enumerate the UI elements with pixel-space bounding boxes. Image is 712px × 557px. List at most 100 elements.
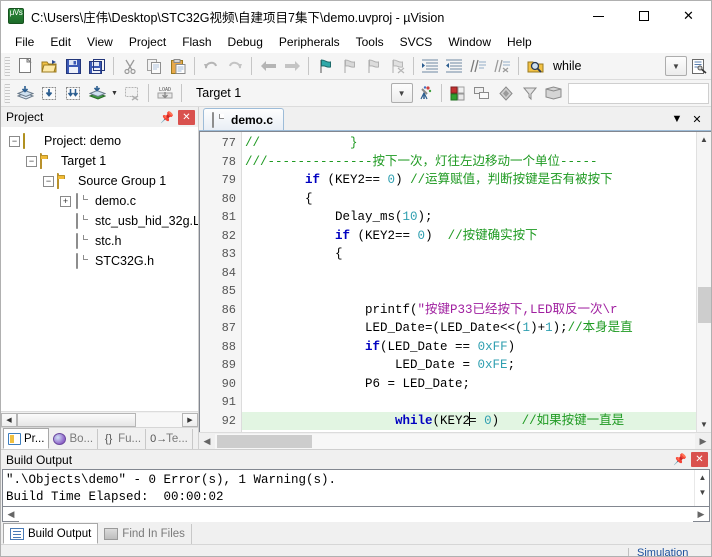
tree-item-source-group-1[interactable]: − Source Group 1 [1, 171, 198, 191]
translate-icon[interactable] [13, 82, 37, 105]
hscroll-track[interactable] [19, 506, 693, 522]
code-line[interactable] [242, 393, 696, 412]
scroll-left-icon[interactable]: ◀ [3, 507, 19, 522]
scroll-down-icon[interactable]: ▼ [695, 485, 709, 500]
tree-item-stc-usb-hid[interactable]: stc_usb_hid_32g.L [1, 211, 198, 231]
build-output-vscrollbar[interactable]: ▲ ▼ [694, 470, 709, 506]
target-options-icon[interactable] [413, 82, 437, 105]
editor-vscrollbar[interactable]: ▲ ▼ [696, 132, 711, 432]
menu-help[interactable]: Help [499, 32, 540, 52]
code-line[interactable]: if (KEY2== 0) //运算赋值，判断按键是否有被按下 [242, 171, 696, 190]
tree-item-demo-c[interactable]: + demo.c [1, 191, 198, 211]
code-line[interactable]: if (KEY2== 0) //按键确实按下 [242, 227, 696, 246]
uncomment-icon[interactable] [490, 55, 514, 78]
maximize-button[interactable] [621, 1, 666, 31]
build-icon[interactable] [37, 82, 61, 105]
editor-hscrollbar[interactable]: ◀ ▶ [199, 432, 711, 449]
open-file-icon[interactable] [37, 55, 61, 78]
code-line[interactable]: // } [242, 134, 696, 153]
toolbar-grip[interactable] [4, 56, 10, 76]
code-line[interactable]: P6 = LED_Date; [242, 375, 696, 394]
scroll-down-icon[interactable]: ▼ [697, 417, 712, 432]
hscroll-track[interactable] [17, 412, 182, 427]
scroll-left-icon[interactable]: ◀ [1, 412, 17, 427]
new-file-icon[interactable] [13, 55, 37, 78]
bookmark-toggle-icon[interactable] [313, 55, 337, 78]
find-in-files-icon[interactable] [523, 55, 547, 78]
layers-icon[interactable] [542, 82, 566, 105]
scroll-right-icon[interactable]: ▶ [693, 507, 709, 522]
undo-icon[interactable] [199, 55, 223, 78]
close-button[interactable]: ✕ [666, 1, 711, 31]
hscroll-thumb[interactable] [17, 412, 136, 427]
code-line[interactable]: while(KEY2= 0) //如果按键一直是 [242, 411, 696, 430]
navigate-forward-icon[interactable] [280, 55, 304, 78]
find-dropdown-button[interactable]: ▼ [665, 56, 687, 76]
batch-build-dropdown[interactable]: ▼ [109, 82, 120, 105]
close-icon[interactable]: ✕ [687, 109, 707, 129]
stop-build-icon[interactable] [120, 82, 144, 105]
bookmark-clear-icon[interactable] [385, 55, 409, 78]
tab-build-output[interactable]: Build Output [3, 523, 99, 544]
outdent-icon[interactable] [442, 55, 466, 78]
code-text[interactable]: // } ///--------------按下一次，灯往左边移动一个单位----… [242, 132, 696, 432]
toolbar-grip[interactable] [4, 83, 10, 103]
code-line[interactable]: Delay_ms(10); [242, 208, 696, 227]
pin-icon[interactable]: 📌 [673, 452, 687, 468]
comment-icon[interactable] [466, 55, 490, 78]
redo-icon[interactable] [223, 55, 247, 78]
hscroll-track[interactable] [215, 433, 695, 449]
code-line[interactable]: LED_Date = 0xFE; [242, 356, 696, 375]
menu-flash[interactable]: Flash [174, 32, 219, 52]
tab-templates[interactable]: 0→ Te... [146, 429, 193, 449]
close-icon[interactable]: ✕ [178, 109, 195, 125]
tree-item-target-1[interactable]: − Target 1 [1, 151, 198, 171]
books-icon[interactable] [494, 82, 518, 105]
scroll-left-icon[interactable]: ◀ [199, 434, 215, 449]
expander-minus-icon[interactable]: − [9, 135, 20, 147]
build-output-body[interactable]: ".\Objects\demo" - 0 Error(s), 1 Warning… [2, 469, 710, 507]
tree-item-stc32g-h[interactable]: STC32G.h [1, 251, 198, 271]
bookmark-prev-icon[interactable] [337, 55, 361, 78]
tab-find-in-files[interactable]: Find In Files [98, 524, 192, 544]
configuration-wizard-icon[interactable] [687, 55, 711, 78]
save-icon[interactable] [61, 55, 85, 78]
menu-view[interactable]: View [79, 32, 121, 52]
expander-minus-icon[interactable]: − [26, 155, 37, 167]
cut-icon[interactable] [118, 55, 142, 78]
copy-icon[interactable] [142, 55, 166, 78]
menu-svcs[interactable]: SVCS [392, 32, 441, 52]
menu-window[interactable]: Window [440, 32, 499, 52]
code-line[interactable]: printf("按键P33已经按下,LED取反一次\r [242, 301, 696, 320]
funnel-icon[interactable] [518, 82, 542, 105]
project-tree[interactable]: − Project: demo − Target 1 − Source Grou… [1, 127, 198, 411]
expander-minus-icon[interactable]: − [43, 175, 54, 187]
bookmark-next-icon[interactable] [361, 55, 385, 78]
minimize-button[interactable] [576, 1, 621, 31]
project-tree-hscrollbar[interactable]: ◀ ▶ [1, 411, 198, 427]
manage-project-items-icon[interactable] [446, 82, 470, 105]
code-line[interactable]: ///--------------按下一次，灯往左边移动一个单位----- [242, 153, 696, 172]
menu-tools[interactable]: Tools [348, 32, 392, 52]
paste-icon[interactable] [166, 55, 190, 78]
code-line[interactable] [242, 282, 696, 301]
indent-icon[interactable] [418, 55, 442, 78]
multi-project-icon[interactable] [470, 82, 494, 105]
menu-debug[interactable]: Debug [220, 32, 271, 52]
scroll-right-icon[interactable]: ▶ [182, 412, 198, 427]
target-dropdown-button[interactable]: ▼ [390, 83, 413, 103]
pin-icon[interactable]: 📌 [160, 109, 174, 125]
menu-project[interactable]: Project [121, 32, 174, 52]
target-selector-label[interactable]: Target 1 [186, 86, 247, 100]
code-editor[interactable]: 77 78 79 80 81 82 83 84 85 86 87 88 89 9… [199, 131, 711, 432]
hscroll-thumb[interactable] [217, 434, 312, 448]
tree-item-project-demo[interactable]: − Project: demo [1, 131, 198, 151]
tab-functions[interactable]: {} Fu... [98, 429, 147, 449]
build-output-hscrollbar[interactable]: ◀ ▶ [2, 506, 710, 522]
code-line[interactable]: { [242, 245, 696, 264]
navigate-back-icon[interactable] [256, 55, 280, 78]
expander-plus-icon[interactable]: + [60, 195, 71, 207]
save-all-icon[interactable] [85, 55, 109, 78]
download-icon[interactable]: LOAD [153, 82, 177, 105]
code-line[interactable]: if(LED_Date == 0xFF) [242, 338, 696, 357]
